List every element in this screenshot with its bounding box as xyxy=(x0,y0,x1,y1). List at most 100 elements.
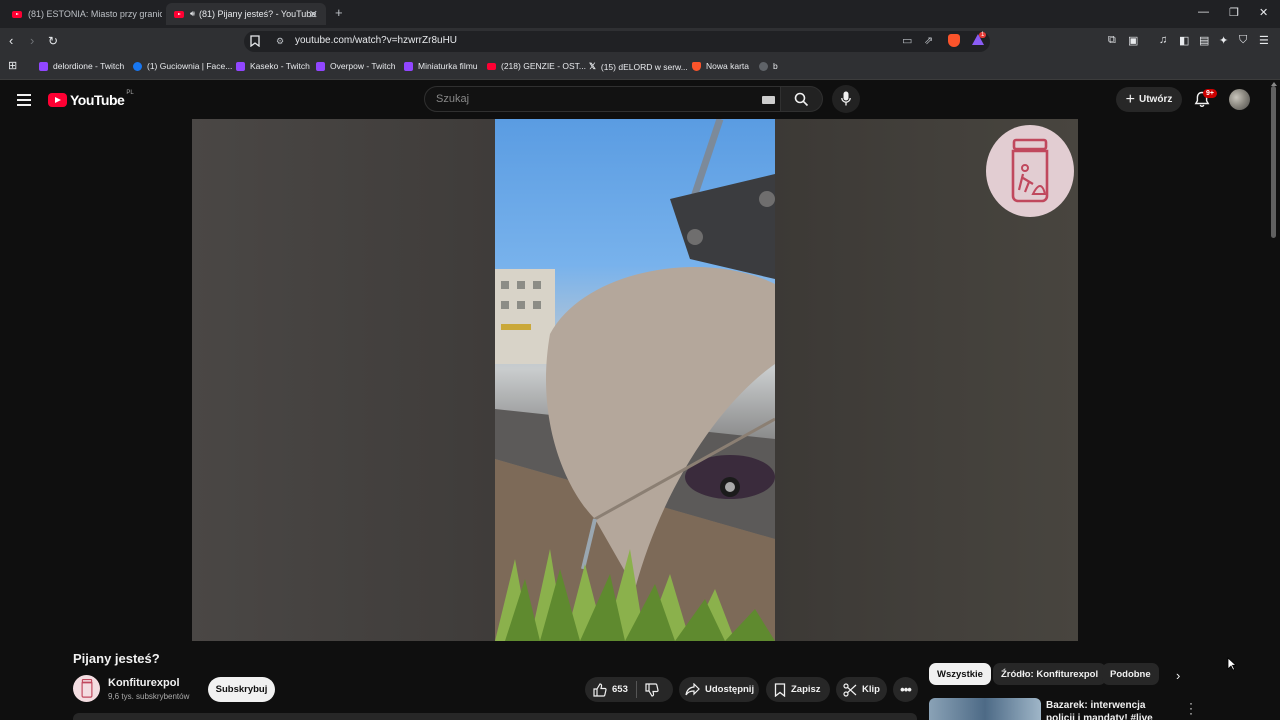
bookmark-item[interactable]: Nowa karta xyxy=(692,61,749,71)
bookmark-save-icon xyxy=(774,682,786,697)
more-actions-button[interactable]: ••• xyxy=(893,677,918,702)
youtube-icon xyxy=(487,62,496,70)
x-icon: 𝕏 xyxy=(589,61,596,71)
account-avatar[interactable] xyxy=(1229,89,1250,110)
url-text[interactable]: youtube.com/watch?v=hzwrrZr8uHU xyxy=(295,35,457,46)
channel-watermark[interactable] xyxy=(986,125,1074,217)
bookmark-item[interactable]: b xyxy=(759,61,778,71)
like-count: 653 xyxy=(612,684,628,695)
site-settings-icon[interactable]: ⚙︎ xyxy=(276,36,284,47)
video-frame-image xyxy=(495,119,775,641)
leo-ai-icon[interactable]: ✦ xyxy=(1219,34,1228,47)
description-box[interactable] xyxy=(73,713,917,720)
youtube-header: YouTube PL + Utwórz 9+ xyxy=(0,80,1280,120)
tab-estonia[interactable]: (81) ESTONIA: Miasto przy granicy z R xyxy=(4,3,162,25)
guide-menu-icon[interactable] xyxy=(17,94,31,109)
music-icon[interactable]: ♫ xyxy=(1159,34,1167,46)
recommendation-thumbnail[interactable] xyxy=(929,698,1041,720)
forward-icon[interactable]: › xyxy=(30,33,34,48)
chips-next-arrow-icon[interactable]: › xyxy=(1176,668,1180,683)
vpn-icon[interactable]: ⛉ xyxy=(1239,34,1247,47)
apps-grid-icon[interactable]: ⊞ xyxy=(8,59,17,72)
bookmark-item[interactable]: Miniaturka filmu xyxy=(404,61,478,71)
plus-icon: + xyxy=(1125,90,1135,108)
search-input[interactable] xyxy=(434,92,738,106)
scissors-icon xyxy=(843,682,857,697)
bookmark-label: Kaseko - Twitch xyxy=(250,61,310,71)
bookmark-label: (1) Guciownia | Face... xyxy=(147,61,233,71)
twitch-icon xyxy=(404,61,413,71)
bookmark-label: delordione - Twitch xyxy=(53,61,125,71)
tab-title: (81) ESTONIA: Miasto przy granicy z R xyxy=(28,9,162,19)
bookmark-item[interactable]: Kaseko - Twitch xyxy=(236,61,310,71)
reload-icon[interactable]: ↻ xyxy=(48,34,58,48)
like-dislike-group: 653 xyxy=(585,677,673,702)
bookmark-label: b xyxy=(773,61,778,71)
share-button[interactable]: Udostępnij xyxy=(679,677,759,702)
bookmark-item[interactable]: delordione - Twitch xyxy=(39,61,124,71)
bookmark-label: Nowa karta xyxy=(706,61,749,71)
close-window-icon[interactable]: ✕ xyxy=(1259,6,1268,19)
page-scrollbar[interactable] xyxy=(1271,86,1276,238)
brave-icon xyxy=(692,61,701,71)
globe-icon xyxy=(759,61,768,71)
recommendation-menu-icon[interactable]: · · · xyxy=(1189,697,1193,719)
save-button[interactable]: Zapisz xyxy=(766,677,830,702)
extensions-icon[interactable]: ⧉ xyxy=(1108,34,1116,47)
restore-icon[interactable]: ❐ xyxy=(1229,6,1239,19)
brave-shields-icon[interactable] xyxy=(948,34,960,47)
tab-current-video[interactable]: 🔊︎ (81) Pijany jesteś? - YouTube ✕ xyxy=(166,3,326,25)
chip-all[interactable]: Wszystkie xyxy=(929,663,991,685)
microphone-icon xyxy=(841,91,851,106)
like-button[interactable]: 653 xyxy=(593,682,628,697)
bookmark-item[interactable]: (218) GENZIE - OST... xyxy=(487,61,586,71)
new-tab-button[interactable]: + xyxy=(335,5,343,20)
channel-name[interactable]: Konfiturexpol xyxy=(108,677,180,689)
cast-icon[interactable]: ▭ xyxy=(902,34,912,47)
channel-avatar[interactable] xyxy=(73,675,100,702)
video-frame xyxy=(495,119,775,641)
close-tab-icon[interactable]: ✕ xyxy=(309,8,318,21)
recommendation-title[interactable]: Bazarek: interwencja policji i mandaty! … xyxy=(1046,699,1176,720)
bookmark-icon[interactable] xyxy=(250,35,260,47)
bookmark-label: Miniaturka filmu xyxy=(418,61,478,71)
wallet-icon[interactable]: ▤ xyxy=(1199,34,1209,47)
youtube-play-icon xyxy=(48,93,67,107)
jar-logo-icon xyxy=(81,679,92,698)
omnibox[interactable]: ⚙︎ youtube.com/watch?v=hzwrrZr8uHU ▭ ⇗ 1 xyxy=(244,31,990,52)
notification-count-badge: 9+ xyxy=(1203,89,1217,98)
address-bar-row: ‹ › ↻ ⚙︎ youtube.com/watch?v=hzwrrZr8uHU… xyxy=(0,28,1280,55)
subscribe-button[interactable]: Subskrybuj xyxy=(208,677,275,702)
bookmark-item[interactable]: (1) Guciownia | Face... xyxy=(133,61,232,71)
bookmark-item[interactable]: 𝕏 (15) dELORD w serw... xyxy=(589,61,688,72)
clip-button[interactable]: Klip xyxy=(836,677,887,702)
bookmark-item[interactable]: Overpow - Twitch xyxy=(316,61,396,71)
voice-search-button[interactable] xyxy=(832,85,860,113)
minimize-icon[interactable]: — xyxy=(1198,6,1209,18)
video-title: Pijany jesteś? xyxy=(73,651,160,666)
facebook-icon xyxy=(133,61,142,71)
chip-related[interactable]: Podobne xyxy=(1102,663,1159,685)
menu-icon[interactable]: ☰ xyxy=(1259,34,1269,47)
twitch-icon xyxy=(316,61,325,71)
thumbs-down-icon[interactable] xyxy=(645,682,659,697)
reader-icon[interactable]: ▣ xyxy=(1128,34,1138,47)
chip-source-channel[interactable]: Źródło: Konfiturexpol xyxy=(993,663,1107,685)
rewards-badge: 1 xyxy=(979,32,987,38)
back-icon[interactable]: ‹ xyxy=(9,33,13,48)
tab-title: (81) Pijany jesteś? - YouTube xyxy=(199,9,317,19)
clip-label: Klip xyxy=(862,684,880,695)
search-button[interactable] xyxy=(781,86,823,112)
browser-tab-bar: (81) ESTONIA: Miasto przy granicy z R 🔊︎… xyxy=(0,0,1280,28)
logo-text: YouTube xyxy=(70,92,125,108)
more-horizontal-icon: ••• xyxy=(900,682,912,697)
sidebar-icon[interactable]: ◧ xyxy=(1179,34,1189,47)
keyboard-icon[interactable] xyxy=(762,96,775,104)
save-label: Zapisz xyxy=(791,684,821,695)
create-button[interactable]: + Utwórz xyxy=(1116,87,1182,112)
twitch-icon xyxy=(39,61,48,71)
video-player[interactable] xyxy=(192,119,1078,641)
subscriber-count: 9,6 tys. subskrybentów xyxy=(108,692,190,701)
youtube-logo[interactable]: YouTube PL xyxy=(48,90,134,108)
share-icon[interactable]: ⇗ xyxy=(924,34,933,47)
